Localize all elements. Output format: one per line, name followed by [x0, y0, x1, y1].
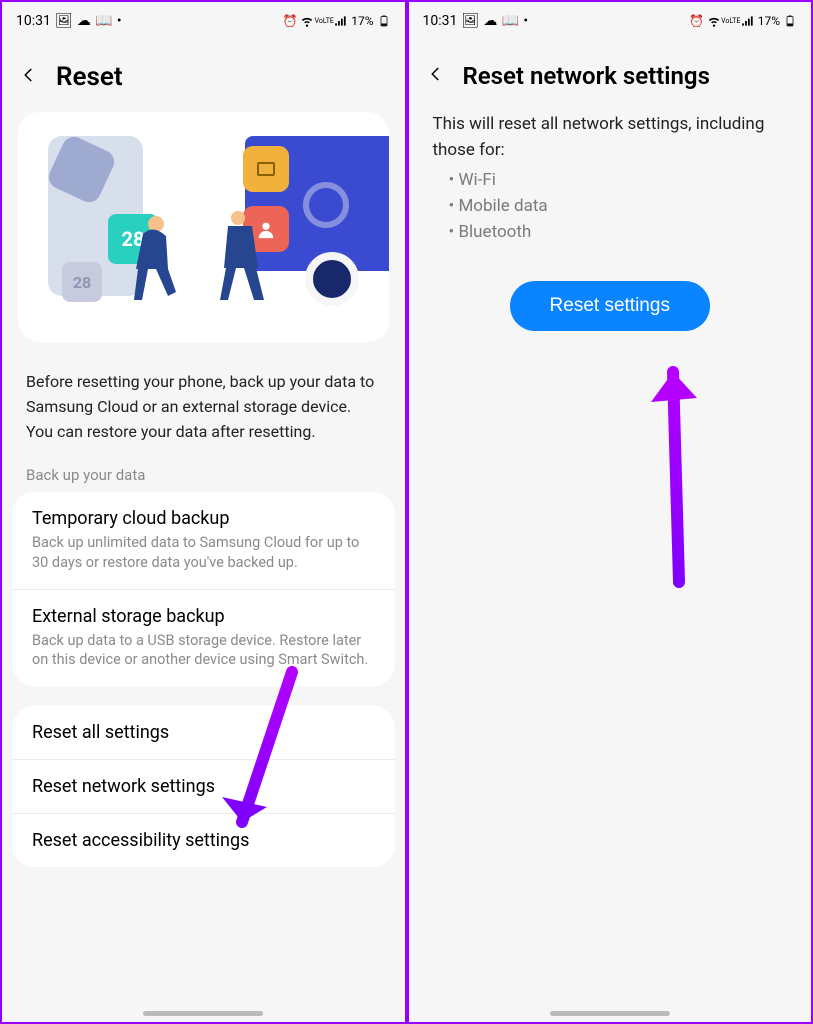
nav-handle[interactable]	[143, 1011, 263, 1016]
bullet-bluetooth: Bluetooth	[449, 219, 788, 245]
status-bar: 10:31 🖼 ☁ 📖 • ⏰ VoLTE 17%	[2, 2, 405, 40]
option-external-storage-backup[interactable]: External storage backup Back up data to …	[12, 589, 395, 686]
volte-icon: VoLTE	[724, 14, 738, 28]
list-item-subtitle: Back up data to a USB storage device. Re…	[32, 631, 375, 670]
wifi-icon	[300, 14, 314, 28]
status-time: 10:31	[16, 13, 51, 29]
status-time: 10:31	[423, 13, 458, 29]
page-title: Reset	[56, 62, 123, 92]
bullet-mobile-data: Mobile data	[449, 193, 788, 219]
annotation-arrow	[629, 332, 719, 592]
nav-handle[interactable]	[550, 1011, 670, 1016]
option-reset-accessibility-settings[interactable]: Reset accessibility settings	[12, 813, 395, 867]
alarm-icon: ⏰	[690, 14, 704, 28]
list-item-title: Reset network settings	[32, 776, 375, 797]
signal-icon	[334, 14, 348, 28]
option-reset-all-settings[interactable]: Reset all settings	[12, 706, 395, 759]
reset-settings-button[interactable]: Reset settings	[510, 281, 710, 331]
status-bar: 10:31 🖼 ☁ 📖 • ⏰ VoLTE 17%	[409, 2, 812, 40]
header: Reset	[2, 40, 405, 106]
reset-card: Reset all settings Reset network setting…	[12, 706, 395, 867]
reset-bullet-list: Wi-Fi Mobile data Bluetooth	[409, 163, 812, 269]
section-label-backup: Back up your data	[2, 456, 405, 492]
book-icon: 📖	[97, 14, 111, 28]
more-indicator: •	[117, 13, 122, 29]
book-icon: 📖	[503, 14, 517, 28]
battery-icon	[783, 14, 797, 28]
screen-reset-network: 10:31 🖼 ☁ 📖 • ⏰ VoLTE 17% Reset network …	[407, 0, 813, 1024]
person-illustration	[218, 210, 268, 302]
list-item-title: Reset accessibility settings	[32, 830, 375, 851]
hero-illustration: 28 28	[18, 112, 389, 342]
cloud-icon: ☁	[483, 14, 497, 28]
alarm-icon: ⏰	[283, 14, 297, 28]
option-temporary-cloud-backup[interactable]: Temporary cloud backup Back up unlimited…	[12, 492, 395, 588]
list-item-subtitle: Back up unlimited data to Samsung Cloud …	[32, 533, 375, 572]
calendar-icon-duplicate: 28	[62, 262, 102, 302]
bullet-wifi: Wi-Fi	[449, 167, 788, 193]
more-indicator: •	[523, 13, 528, 29]
person-illustration	[128, 214, 178, 302]
backup-card: Temporary cloud backup Back up unlimited…	[12, 492, 395, 685]
back-icon[interactable]	[427, 65, 445, 87]
battery-text: 17%	[351, 14, 373, 28]
header: Reset network settings	[409, 40, 812, 104]
image-icon: 🖼	[463, 14, 477, 28]
back-icon[interactable]	[20, 66, 38, 88]
list-item-title: External storage backup	[32, 606, 375, 627]
intro-text: Before resetting your phone, back up you…	[2, 358, 405, 456]
option-reset-network-settings[interactable]: Reset network settings	[12, 759, 395, 813]
signal-icon	[741, 14, 755, 28]
battery-text: 17%	[758, 14, 780, 28]
cloud-icon: ☁	[77, 14, 91, 28]
list-item-title: Temporary cloud backup	[32, 508, 375, 529]
folder-icon	[243, 146, 289, 192]
list-item-title: Reset all settings	[32, 722, 375, 743]
volte-icon: VoLTE	[317, 14, 331, 28]
page-title: Reset network settings	[463, 62, 710, 90]
battery-icon	[377, 14, 391, 28]
description-text: This will reset all network settings, in…	[409, 104, 812, 163]
image-icon: 🖼	[57, 14, 71, 28]
wifi-icon	[707, 14, 721, 28]
screen-reset: 10:31 🖼 ☁ 📖 • ⏰ VoLTE 17% Reset	[0, 0, 407, 1024]
